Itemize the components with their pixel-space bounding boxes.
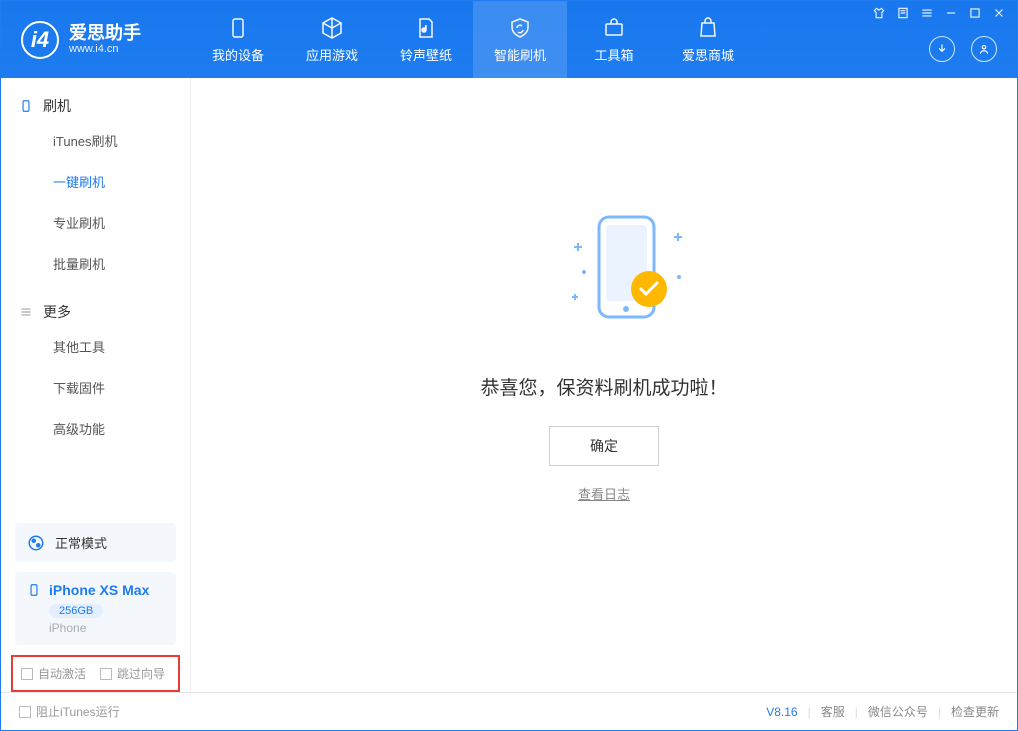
- footer-link-wechat[interactable]: 微信公众号: [868, 703, 928, 720]
- logo: i4 爱思助手 www.i4.cn: [1, 21, 191, 59]
- mode-icon: [27, 534, 45, 552]
- sidebar-item-other-tools[interactable]: 其他工具: [1, 326, 190, 367]
- user-button[interactable]: [971, 36, 997, 62]
- music-file-icon: [414, 16, 438, 40]
- sidebar-item-advanced[interactable]: 高级功能: [1, 408, 190, 449]
- device-storage-badge: 256GB: [49, 604, 103, 618]
- download-button[interactable]: [929, 36, 955, 62]
- checkbox-highlight: 自动激活 跳过向导: [11, 655, 180, 692]
- nav-apps-games[interactable]: 应用游戏: [285, 1, 379, 78]
- device-phone-icon: [27, 583, 41, 597]
- ok-button[interactable]: 确定: [549, 426, 659, 466]
- cube-icon: [320, 16, 344, 40]
- nav-toolbox[interactable]: 工具箱: [567, 1, 661, 78]
- sidebar-section-flash: 刷机: [1, 78, 190, 120]
- mode-label: 正常模式: [55, 533, 107, 552]
- close-icon[interactable]: [992, 6, 1006, 20]
- nav-tabs: 我的设备 应用游戏 铃声壁纸 智能刷机 工具箱 爱思商城: [191, 1, 755, 78]
- mode-card[interactable]: 正常模式: [15, 523, 176, 562]
- block-itunes-checkbox[interactable]: 阻止iTunes运行: [19, 703, 120, 720]
- window-controls: [872, 6, 1006, 20]
- sidebar-item-download-fw[interactable]: 下载固件: [1, 367, 190, 408]
- phone-icon: [19, 99, 33, 113]
- skip-guide-checkbox[interactable]: 跳过向导: [100, 665, 165, 682]
- success-illustration: [544, 207, 664, 347]
- version-label: V8.16: [766, 705, 797, 719]
- maximize-icon[interactable]: [968, 6, 982, 20]
- download-icon: [935, 42, 949, 56]
- note-icon[interactable]: [896, 6, 910, 20]
- bag-icon: [696, 16, 720, 40]
- device-icon: [226, 16, 250, 40]
- checkbox-icon: [19, 706, 31, 718]
- checkbox-icon: [100, 668, 112, 680]
- footer-link-support[interactable]: 客服: [821, 703, 845, 720]
- sidebar-section-more: 更多: [1, 284, 190, 326]
- nav-ringtones[interactable]: 铃声壁纸: [379, 1, 473, 78]
- main-content: 恭喜您，保资料刷机成功啦！ 确定 查看日志: [191, 78, 1017, 692]
- sidebar-item-pro-flash[interactable]: 专业刷机: [1, 202, 190, 243]
- user-icon: [977, 42, 991, 56]
- success-message: 恭喜您，保资料刷机成功啦！: [480, 373, 727, 400]
- minimize-icon[interactable]: [944, 6, 958, 20]
- logo-icon: i4: [21, 21, 59, 59]
- nav-store[interactable]: 爱思商城: [661, 1, 755, 78]
- device-type-label: iPhone: [49, 621, 164, 635]
- sidebar-item-oneclick-flash[interactable]: 一键刷机: [1, 161, 190, 202]
- checkbox-icon: [21, 668, 33, 680]
- sidebar-item-itunes-flash[interactable]: iTunes刷机: [1, 120, 190, 161]
- footer-link-update[interactable]: 检查更新: [951, 703, 999, 720]
- refresh-shield-icon: [508, 16, 532, 40]
- nav-smart-flash[interactable]: 智能刷机: [473, 1, 567, 78]
- header-bar: i4 爱思助手 www.i4.cn 我的设备 应用游戏 铃声壁纸 智能刷机 工具…: [1, 1, 1017, 78]
- list-icon: [19, 305, 33, 319]
- view-log-link[interactable]: 查看日志: [578, 484, 630, 503]
- app-url: www.i4.cn: [69, 43, 141, 55]
- footer: 阻止iTunes运行 V8.16 | 客服 | 微信公众号 | 检查更新: [1, 692, 1017, 730]
- device-name-label: iPhone XS Max: [49, 582, 149, 598]
- nav-my-device[interactable]: 我的设备: [191, 1, 285, 78]
- sidebar-item-batch-flash[interactable]: 批量刷机: [1, 243, 190, 284]
- menu-icon[interactable]: [920, 6, 934, 20]
- sidebar: 刷机 iTunes刷机 一键刷机 专业刷机 批量刷机 更多 其他工具 下载固件 …: [1, 78, 191, 692]
- auto-activate-checkbox[interactable]: 自动激活: [21, 665, 86, 682]
- shirt-icon[interactable]: [872, 6, 886, 20]
- toolbox-icon: [602, 16, 626, 40]
- device-card[interactable]: iPhone XS Max 256GB iPhone: [15, 572, 176, 645]
- app-title: 爱思助手: [69, 24, 141, 44]
